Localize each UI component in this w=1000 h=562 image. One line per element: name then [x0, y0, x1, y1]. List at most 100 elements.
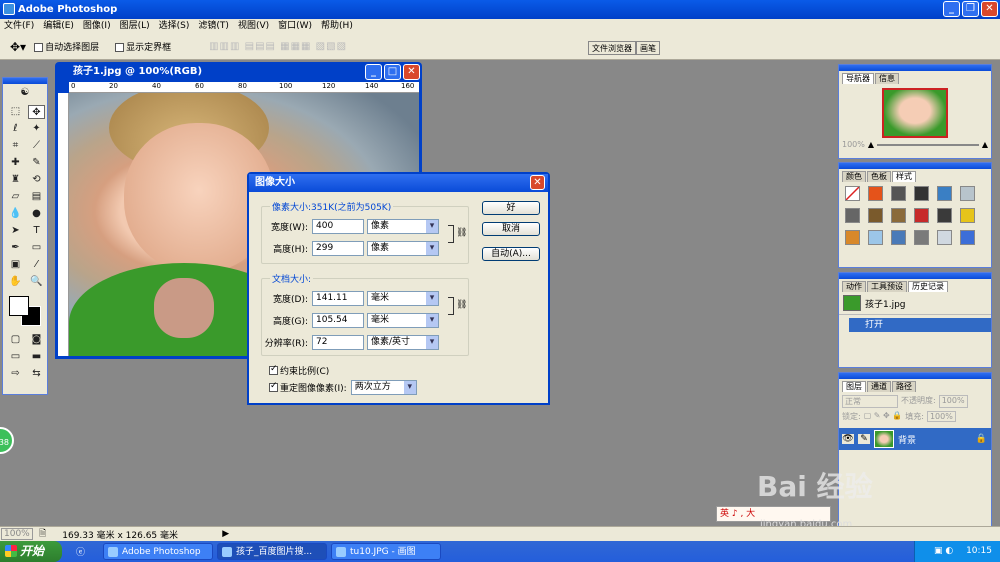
status-menu-arrow-icon[interactable]: ▶ [222, 529, 229, 539]
quickmask-mode-icon[interactable]: ◙ [28, 333, 45, 347]
style-swatch[interactable] [960, 230, 975, 245]
color-swatches[interactable] [7, 294, 43, 328]
tab-file-browser[interactable]: 文件浏览器 [588, 41, 636, 55]
style-swatch[interactable] [891, 186, 906, 201]
show-bounds-option[interactable]: 显示定界框 [115, 40, 171, 53]
doc-height-unit-select[interactable]: 毫米 [367, 313, 439, 328]
dodge-tool-icon[interactable]: ● [28, 207, 45, 221]
screen-mode-icon[interactable]: ▭ [7, 350, 24, 364]
menu-select[interactable]: 选择(S) [159, 19, 190, 34]
style-swatch[interactable] [960, 208, 975, 223]
opacity-input[interactable]: 100% [938, 395, 968, 408]
tray-clock[interactable]: 10:15 [966, 546, 992, 556]
tray-icons[interactable]: ▣ ◐ [934, 546, 953, 556]
history-brush-icon[interactable]: ⟲ [28, 173, 45, 187]
fill-input[interactable]: 100% [926, 411, 956, 422]
doc-width-input[interactable]: 141.11 [312, 291, 364, 306]
resample-option[interactable]: 重定图像像素(I): 两次立方 [269, 380, 417, 395]
zoom-slider[interactable] [877, 143, 979, 146]
gradient-tool-icon[interactable]: ▤ [28, 190, 45, 204]
tab-layers[interactable]: 图层 [842, 381, 866, 392]
tab-actions[interactable]: 动作 [842, 281, 866, 292]
blend-mode-select[interactable]: 正常 [842, 395, 898, 408]
status-zoom[interactable]: 100% [1, 528, 33, 540]
style-swatch[interactable] [937, 230, 952, 245]
pen-tool-icon[interactable]: ✒ [7, 241, 24, 255]
tab-tool-presets[interactable]: 工具预设 [867, 281, 907, 292]
tab-paths[interactable]: 路径 [892, 381, 916, 392]
lasso-tool-icon[interactable]: ℓ [7, 122, 24, 136]
menu-edit[interactable]: 编辑(E) [43, 19, 74, 34]
resample-method-select[interactable]: 两次立方 [350, 380, 417, 395]
style-swatch[interactable] [914, 186, 929, 201]
style-swatch[interactable] [937, 208, 952, 223]
doc-width-unit-select[interactable]: 毫米 [367, 291, 439, 306]
stamp-tool-icon[interactable]: ♜ [7, 173, 24, 187]
constrain-checkbox[interactable] [269, 364, 278, 375]
tab-styles[interactable]: 样式 [892, 171, 916, 182]
style-swatch[interactable] [868, 208, 883, 223]
dialog-close-button[interactable]: ✕ [530, 175, 545, 190]
move-tool-icon[interactable]: ✥▾ [10, 40, 26, 54]
fullscreen-mode-icon[interactable]: ▬ [28, 350, 45, 364]
tab-color[interactable]: 颜色 [842, 171, 866, 182]
style-swatch[interactable] [937, 186, 952, 201]
navigator-preview[interactable] [882, 88, 948, 138]
quicklaunch-ie-icon[interactable]: ⓔ [76, 545, 85, 558]
task-paint[interactable]: tu10.JPG - 画图 [331, 543, 442, 560]
navigator-zoom[interactable]: 100% [842, 140, 865, 149]
notes-tool-icon[interactable]: ▣ [7, 258, 24, 272]
history-snapshot[interactable]: 孩子1.jpg [839, 292, 991, 315]
menu-view[interactable]: 视图(V) [238, 19, 269, 34]
style-swatch[interactable] [845, 230, 860, 245]
adobe-logo-icon[interactable]: ☯ [6, 86, 44, 100]
foreground-color[interactable] [9, 296, 29, 316]
magic-wand-icon[interactable]: ✦ [28, 122, 45, 136]
imageready-icon[interactable]: ⇨ [7, 367, 24, 381]
path-select-icon[interactable]: ➤ [7, 224, 24, 238]
cancel-button[interactable]: 取消 [482, 222, 540, 236]
task-browser[interactable]: 孩子_百度图片搜... [217, 543, 328, 560]
zoom-out-icon[interactable]: ▲ [868, 140, 874, 149]
eyedropper-icon[interactable]: ⁄ [28, 258, 45, 272]
pixel-width-input[interactable]: 400 [312, 219, 364, 234]
pixel-height-unit-select[interactable]: 像素 [367, 241, 439, 256]
start-button[interactable]: 开始 [0, 541, 62, 562]
jump-icon[interactable]: ⇆ [28, 367, 45, 381]
pixel-height-input[interactable]: 299 [312, 241, 364, 256]
floating-badge[interactable]: 38 [0, 427, 14, 454]
move-tool-icon[interactable]: ✥ [28, 105, 45, 119]
shape-tool-icon[interactable]: ▭ [28, 241, 45, 255]
doc-height-input[interactable]: 105.54 [312, 313, 364, 328]
auto-select-checkbox[interactable] [34, 43, 44, 52]
doc-minimize-button[interactable]: _ [365, 64, 382, 80]
style-swatch[interactable] [891, 230, 906, 245]
minimize-button[interactable]: _ [943, 1, 960, 17]
tab-channels[interactable]: 通道 [867, 381, 891, 392]
eraser-tool-icon[interactable]: ▱ [7, 190, 24, 204]
tab-info[interactable]: 信息 [875, 73, 899, 84]
healing-brush-icon[interactable]: ✚ [7, 156, 24, 170]
resample-checkbox[interactable] [269, 381, 278, 392]
blur-tool-icon[interactable]: 💧 [7, 207, 24, 221]
style-swatch[interactable] [891, 208, 906, 223]
doc-close-button[interactable]: ✕ [403, 64, 420, 80]
brush-tool-icon[interactable]: ✎ [28, 156, 45, 170]
auto-select-option[interactable]: 自动选择图层 [34, 40, 99, 53]
tab-brushes[interactable]: 画笔 [636, 41, 660, 55]
menu-window[interactable]: 窗口(W) [278, 19, 312, 34]
tab-navigator[interactable]: 导航器 [842, 73, 874, 84]
tab-history[interactable]: 历史记录 [908, 281, 948, 292]
ok-button[interactable]: 好 [482, 201, 540, 215]
style-swatch[interactable] [845, 208, 860, 223]
show-bounds-checkbox[interactable] [115, 43, 125, 52]
menu-layer[interactable]: 图层(L) [120, 19, 150, 34]
task-photoshop[interactable]: Adobe Photoshop [103, 543, 214, 560]
style-swatch[interactable] [914, 208, 929, 223]
marquee-tool-icon[interactable]: ⬚ [7, 105, 24, 119]
history-state-open[interactable]: 打开 [849, 318, 991, 332]
lock-icons[interactable]: ▢ ✎ ✥ 🔒 [864, 411, 903, 422]
visibility-eye-icon[interactable]: 👁 [842, 434, 854, 444]
pixel-width-unit-select[interactable]: 像素 [367, 219, 439, 234]
resolution-unit-select[interactable]: 像素/英寸 [367, 335, 439, 350]
